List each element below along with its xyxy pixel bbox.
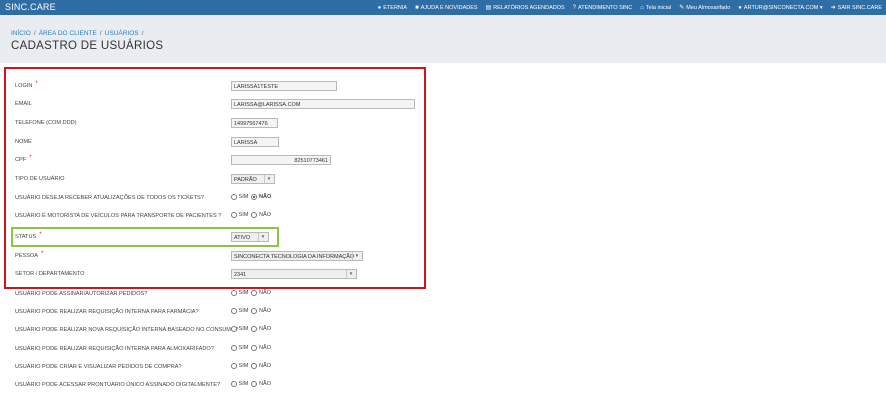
radio-no[interactable]: NÃO bbox=[251, 290, 271, 296]
sign-orders-row: USUÁRIO PODE ASSINAR/AUTORIZAR PEDIDOS? … bbox=[15, 289, 435, 301]
top-navbar: SINC.CARE ● ETERNIA ■ AJUDA E NOVIDADES ▤ R… bbox=[0, 0, 886, 15]
nav-label: Tela inicial bbox=[645, 4, 672, 11]
breadcrumb-separator: / bbox=[99, 30, 102, 37]
nav-label: ATENDIMENTO SINC bbox=[578, 4, 633, 11]
home-icon: ⌂ bbox=[640, 4, 644, 11]
nav-support[interactable]: ? ATENDIMENTO SINC bbox=[573, 5, 633, 11]
nav-label: AJUDA E NOVIDADES bbox=[420, 4, 478, 11]
warehouse-req-label: USUÁRIO PODE REALIZAR REQUISIÇÃO INTERNA… bbox=[15, 346, 214, 352]
breadcrumb-separator: / bbox=[33, 30, 36, 37]
purchase-orders-label: USUÁRIO PODE CRIAR E VISUALIZAR PEDIDOS … bbox=[15, 364, 182, 370]
book-icon: ■ bbox=[415, 4, 419, 11]
nav-label: SAIR SINC.CARE bbox=[837, 4, 882, 11]
nav-label: ARTUR@SINCONECTA.COM ▾ bbox=[743, 4, 823, 11]
breadcrumb-home[interactable]: INÍCIO bbox=[11, 30, 31, 37]
nav-label: Meu Almoxarifado bbox=[686, 4, 731, 11]
purchase-orders-radios: SIM NÃO bbox=[231, 363, 271, 369]
radio-yes[interactable]: SIM bbox=[231, 290, 248, 296]
radio-yes[interactable]: SIM bbox=[231, 363, 248, 369]
breadcrumb-separator: / bbox=[141, 30, 144, 37]
nav-eternia[interactable]: ● ETERNIA bbox=[378, 5, 407, 11]
radio-no[interactable]: NÃO bbox=[251, 326, 271, 332]
chat-icon: ● bbox=[377, 4, 382, 11]
nav-label: RELATÓRIOS AGENDADOS bbox=[493, 4, 565, 11]
consumption-req-row: USUÁRIO PODE REALIZAR NOVA REQUISIÇÃO IN… bbox=[15, 325, 435, 337]
radio-no[interactable]: NÃO bbox=[251, 308, 271, 314]
radio-yes[interactable]: SIM bbox=[231, 326, 248, 332]
pharmacy-req-row: USUÁRIO PODE REALIZAR REQUISIÇÃO INTERNA… bbox=[15, 307, 435, 319]
nav-logout[interactable]: ➜ SAIR SINC.CARE bbox=[831, 5, 882, 11]
nav-home[interactable]: ⌂ Tela inicial bbox=[640, 5, 671, 11]
sign-orders-radios: SIM NÃO bbox=[231, 290, 271, 296]
warehouse-req-row: USUÁRIO PODE REALIZAR REQUISIÇÃO INTERNA… bbox=[15, 344, 435, 356]
digital-record-label: USUÁRIO PODE ACESSAR PRONTUÁRIO ÚNICO AS… bbox=[15, 382, 221, 388]
highlight-box-green bbox=[11, 227, 279, 247]
warehouse-req-radios: SIM NÃO bbox=[231, 345, 271, 351]
consumption-req-label: USUÁRIO PODE REALIZAR NOVA REQUISIÇÃO IN… bbox=[15, 327, 239, 333]
nav-user-menu[interactable]: ● ARTUR@SINCONECTA.COM ▾ bbox=[738, 5, 822, 11]
radio-yes[interactable]: SIM bbox=[231, 308, 248, 314]
pharmacy-req-radios: SIM NÃO bbox=[231, 308, 271, 314]
radio-no[interactable]: NÃO bbox=[251, 363, 271, 369]
nav-label: ETERNIA bbox=[383, 4, 408, 11]
logout-icon: ➜ bbox=[830, 4, 836, 11]
top-nav: ● ETERNIA ■ AJUDA E NOVIDADES ▤ RELATÓRIOS … bbox=[378, 0, 882, 15]
support-icon: ? bbox=[572, 4, 577, 11]
page-title: CADASTRO DE USUÁRIOS bbox=[11, 40, 164, 52]
report-icon: ▤ bbox=[485, 4, 492, 11]
purchase-orders-row: USUÁRIO PODE CRIAR E VISUALIZAR PEDIDOS … bbox=[15, 362, 435, 374]
radio-yes[interactable]: SIM bbox=[231, 381, 248, 387]
consumption-req-radios: SIM NÃO bbox=[231, 326, 271, 332]
user-icon: ● bbox=[738, 4, 742, 11]
breadcrumb-users[interactable]: USUÁRIOS bbox=[105, 30, 139, 37]
edit-icon: ✎ bbox=[679, 4, 685, 11]
highlight-box-red bbox=[4, 67, 426, 289]
page-header: INÍCIO / ÁREA DO CLIENTE / USUÁRIOS / CADASTR… bbox=[0, 15, 886, 63]
brand-logo[interactable]: SINC.CARE bbox=[5, 2, 56, 12]
radio-yes[interactable]: SIM bbox=[231, 345, 248, 351]
nav-reports[interactable]: ▤ RELATÓRIOS AGENDADOS bbox=[486, 5, 565, 11]
radio-no[interactable]: NÃO bbox=[251, 381, 271, 387]
digital-record-radios: SIM NÃO bbox=[231, 381, 271, 387]
breadcrumb: INÍCIO / ÁREA DO CLIENTE / USUÁRIOS / bbox=[11, 30, 146, 37]
digital-record-row: USUÁRIO PODE ACESSAR PRONTUÁRIO ÚNICO AS… bbox=[15, 380, 435, 392]
breadcrumb-client-area[interactable]: ÁREA DO CLIENTE bbox=[39, 30, 97, 37]
nav-help[interactable]: ■ AJUDA E NOVIDADES bbox=[415, 5, 477, 11]
nav-warehouse[interactable]: ✎ Meu Almoxarifado bbox=[679, 5, 730, 11]
pharmacy-req-label: USUÁRIO PODE REALIZAR REQUISIÇÃO INTERNA… bbox=[15, 309, 199, 315]
radio-no[interactable]: NÃO bbox=[251, 345, 271, 351]
sign-orders-label: USUÁRIO PODE ASSINAR/AUTORIZAR PEDIDOS? bbox=[15, 291, 148, 297]
